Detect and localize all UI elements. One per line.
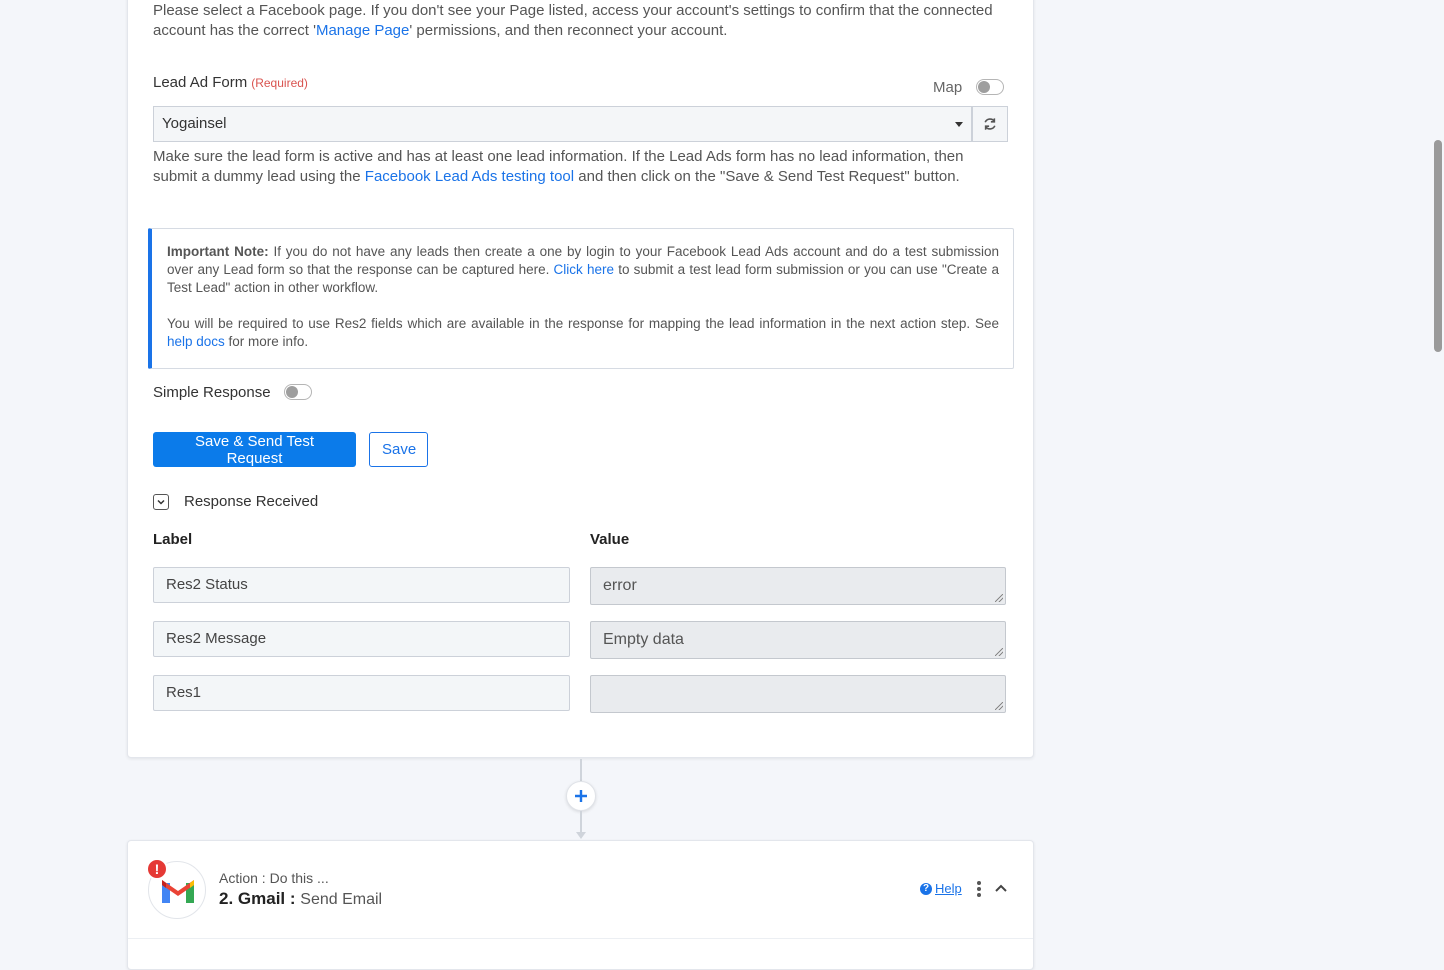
note-paragraph-1: Important Note: If you do not have any l… — [167, 243, 999, 297]
page-select-help: Please select a Facebook page. If you do… — [153, 1, 1008, 41]
response-row-value-text: error — [603, 577, 637, 594]
error-alert-icon: ! — [146, 858, 168, 880]
response-row-value-text: Empty data — [603, 631, 684, 648]
scrollbar-thumb[interactable] — [1434, 140, 1442, 352]
response-collapse-toggle[interactable] — [153, 494, 169, 510]
help-docs-link[interactable]: help docs — [167, 334, 225, 349]
manage-page-link[interactable]: Manage Page — [316, 22, 409, 39]
kebab-menu-icon[interactable] — [976, 881, 982, 899]
map-label: Map — [933, 79, 963, 96]
response-row-label[interactable]: Res2 Message — [153, 621, 570, 657]
scrollbar-track[interactable] — [1432, 0, 1444, 958]
response-row-value[interactable]: Empty data — [590, 621, 1006, 659]
lead-form-select-value: Yogainsel — [162, 115, 227, 132]
simple-response-toggle[interactable] — [284, 384, 312, 400]
connector-line-top — [580, 759, 582, 781]
arrow-down-icon — [576, 832, 586, 839]
column-header-label: Label — [153, 531, 193, 548]
response-row-label[interactable]: Res2 Status — [153, 567, 570, 603]
trigger-config-card: Please select a Facebook page. If you do… — [127, 0, 1034, 758]
chevron-up-icon[interactable] — [994, 881, 1008, 900]
column-header-value: Value — [590, 531, 630, 548]
note-text-2: You will be required to use Res2 fields … — [167, 316, 999, 331]
simple-response-label: Simple Response — [153, 384, 271, 401]
testing-tool-link[interactable]: Facebook Lead Ads testing tool — [365, 168, 574, 185]
lead-form-select[interactable]: Yogainsel — [153, 106, 972, 142]
chevron-down-icon — [157, 499, 165, 505]
refresh-forms-button[interactable] — [972, 106, 1008, 142]
click-here-link[interactable]: Click here — [554, 262, 614, 277]
save-send-test-button[interactable]: Save & Send Test Request — [153, 432, 356, 467]
note-title: Important Note: — [167, 244, 269, 259]
help-link-text: Help — [935, 881, 962, 896]
lead-form-help: Make sure the lead form is active and ha… — [153, 147, 1008, 187]
map-toggle-knob — [978, 81, 990, 93]
map-toggle[interactable] — [976, 79, 1004, 95]
important-note: Important Note: If you do not have any l… — [148, 228, 1014, 369]
page-select-help-text-end: ' permissions, and then reconnect your a… — [409, 22, 728, 39]
response-received-title: Response Received — [184, 493, 319, 510]
caret-down-icon — [955, 122, 963, 127]
lead-form-help-text-end: and then click on the "Save & Send Test … — [574, 168, 960, 185]
response-row-label[interactable]: Res1 — [153, 675, 570, 711]
refresh-icon — [984, 118, 996, 130]
add-step-button[interactable] — [566, 781, 596, 811]
connector-line-bottom — [580, 811, 582, 833]
response-row-value[interactable] — [590, 675, 1006, 713]
help-icon: ? — [920, 882, 932, 895]
resize-handle-icon[interactable] — [995, 648, 1003, 656]
save-button[interactable]: Save — [369, 432, 428, 467]
note-paragraph-2: You will be required to use Res2 fields … — [167, 315, 999, 351]
action-step: 2. Gmail : — [219, 889, 296, 908]
lead-form-label: Lead Ad Form — [153, 74, 248, 91]
lead-form-label-row: Lead Ad Form (Required) — [153, 74, 1008, 92]
plus-icon — [575, 790, 587, 802]
response-row-value[interactable]: error — [590, 567, 1006, 605]
action-card-divider — [128, 938, 1033, 939]
resize-handle-icon[interactable] — [995, 594, 1003, 602]
required-badge: (Required) — [251, 76, 308, 90]
action-title: 2. Gmail : Send Email — [219, 889, 382, 909]
simple-response-toggle-knob — [286, 386, 298, 398]
help-link[interactable]: ? Help — [920, 881, 962, 896]
resize-handle-icon[interactable] — [995, 702, 1003, 710]
action-subtitle: Action : Do this ... — [219, 870, 329, 886]
action-step-card[interactable]: ! Action : Do this ... 2. Gmail : Send E… — [127, 840, 1034, 970]
note-text-2-end: for more info. — [224, 334, 309, 349]
action-service: Send Email — [300, 891, 383, 908]
